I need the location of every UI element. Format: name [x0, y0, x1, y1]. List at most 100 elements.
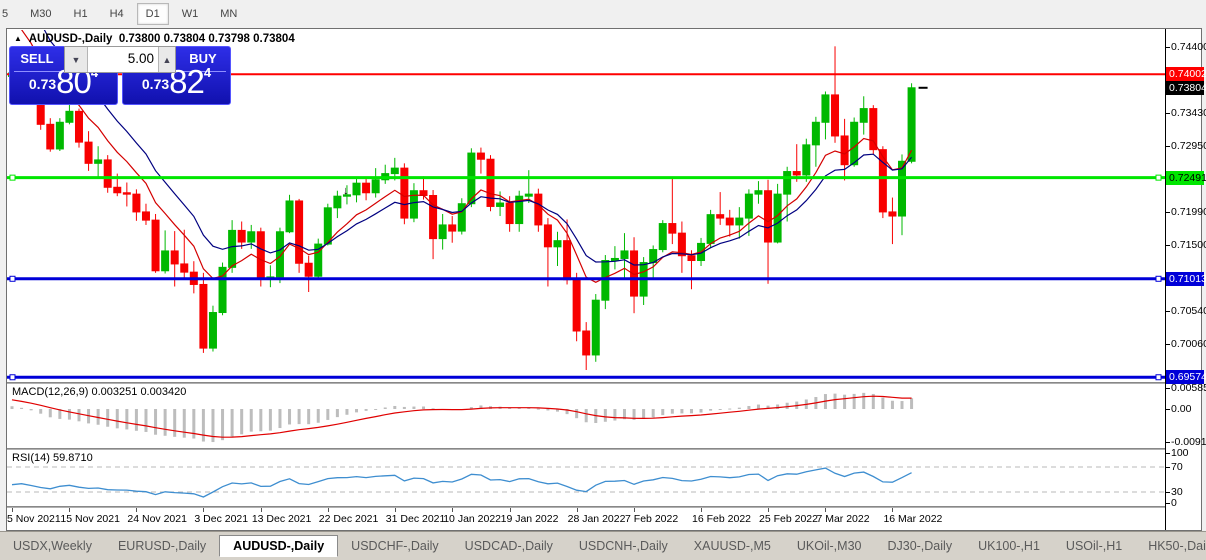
- macd-pane[interactable]: MACD(12,26,9) 0.003251 0.003420: [7, 384, 1165, 448]
- macd-histogram-bar: [164, 409, 167, 436]
- tab-eurusd-daily[interactable]: EURUSD-,Daily: [105, 536, 219, 556]
- date-tick-label: 5 Nov 2021: [7, 513, 61, 525]
- chart-window: ↓ ▲ AUDUSD-,Daily 0.73800 0.73804 0.7379…: [6, 28, 1202, 531]
- date-tick-mark: [577, 508, 578, 512]
- date-tick-label: 7 Feb 2022: [625, 513, 678, 525]
- date-tick-mark: [12, 508, 13, 512]
- volume-decrease-button[interactable]: ▼: [65, 47, 88, 72]
- date-axis[interactable]: 5 Nov 202115 Nov 202124 Nov 20213 Dec 20…: [7, 508, 1165, 530]
- tab-usoil-h1[interactable]: USOil-,H1: [1053, 536, 1135, 556]
- date-tick-mark: [261, 508, 262, 512]
- price-tick-label: 0.70060: [1171, 338, 1206, 350]
- volume-increase-button[interactable]: ▲: [158, 47, 175, 72]
- tab-uk100-h1[interactable]: UK100-,H1: [965, 536, 1053, 556]
- rsi-tick-mark: [1166, 467, 1170, 468]
- macd-histogram-bar: [49, 409, 52, 417]
- date-tick-label: 10 Jan 2022: [443, 513, 501, 525]
- tab-ukoil-m30[interactable]: UKOil-,M30: [784, 536, 875, 556]
- chart-tab-bar: USDX,WeeklyEURUSD-,DailyAUDUSD-,DailyUSD…: [0, 531, 1206, 560]
- macd-histogram-bar: [20, 408, 23, 409]
- line-handle[interactable]: [10, 375, 15, 380]
- macd-histogram-bar: [288, 409, 291, 424]
- macd-histogram-bar: [30, 409, 33, 410]
- macd-histogram-bar: [412, 407, 415, 409]
- date-tick-mark: [395, 508, 396, 512]
- macd-histogram-bar: [738, 408, 741, 409]
- macd-histogram-bar: [700, 409, 703, 413]
- macd-histogram-bar: [278, 409, 281, 428]
- date-tick-mark: [825, 508, 826, 512]
- date-tick-label: 13 Dec 2021: [252, 513, 312, 525]
- macd-histogram-bar: [757, 405, 760, 409]
- macd-histogram-bar: [355, 409, 358, 412]
- macd-histogram-bar: [585, 409, 588, 422]
- price-tick-mark: [1166, 47, 1170, 48]
- line-handle[interactable]: [10, 175, 15, 180]
- line-handle[interactable]: [10, 276, 15, 281]
- macd-histogram-bar: [307, 409, 310, 424]
- macd-tick-mark: [1166, 442, 1170, 443]
- date-tick-mark: [892, 508, 893, 512]
- rsi-pane[interactable]: RSI(14) 59.8710: [7, 450, 1165, 506]
- line-handle[interactable]: [1156, 175, 1161, 180]
- macd-histogram-bar: [365, 409, 368, 411]
- macd-histogram-bar: [719, 409, 722, 410]
- rsi-tick-mark: [1166, 492, 1170, 493]
- timeframe-button-h4[interactable]: H4: [101, 3, 133, 25]
- tab-usdchf-daily[interactable]: USDCHF-,Daily: [338, 536, 452, 556]
- macd-histogram-bar: [604, 409, 607, 422]
- macd-histogram-bar: [221, 409, 224, 440]
- chart-title: ▲ AUDUSD-,Daily 0.73800 0.73804 0.73798 …: [14, 33, 295, 45]
- macd-histogram-bar: [144, 409, 147, 432]
- timeframe-button-d1[interactable]: D1: [137, 3, 169, 25]
- tab-usdcad-daily[interactable]: USDCAD-,Daily: [452, 536, 566, 556]
- timeframe-button-5[interactable]: 5: [0, 3, 17, 25]
- date-tick-mark: [768, 508, 769, 512]
- down-arrow-marker[interactable]: ↓: [343, 185, 349, 197]
- macd-histogram-bar: [269, 409, 272, 431]
- macd-histogram-bar: [776, 405, 779, 409]
- date-tick-label: 31 Dec 2021: [386, 513, 446, 525]
- macd-histogram-bar: [135, 409, 138, 431]
- macd-histogram-bar: [786, 403, 789, 409]
- price-tick-mark: [1166, 146, 1170, 147]
- chart-symbol: AUDUSD-,Daily: [29, 33, 113, 45]
- line-handle[interactable]: [1156, 276, 1161, 281]
- main-chart-pane[interactable]: ↓ ▲ AUDUSD-,Daily 0.73800 0.73804 0.7379…: [7, 30, 1165, 382]
- line-handle[interactable]: [1156, 375, 1161, 380]
- price-badge: 0.69574: [1166, 370, 1204, 384]
- volume-input[interactable]: 5.00: [88, 47, 158, 72]
- rsi-chart[interactable]: [7, 450, 1165, 506]
- buy-price-pipette: 4: [204, 65, 211, 80]
- timeframe-button-mn[interactable]: MN: [211, 3, 246, 25]
- price-badge: 0.73804: [1166, 81, 1204, 95]
- date-tick-label: 22 Dec 2021: [319, 513, 379, 525]
- macd-histogram-bar: [326, 409, 329, 420]
- macd-histogram-bar: [106, 409, 109, 427]
- macd-histogram-bar: [862, 393, 865, 409]
- macd-tick-mark: [1166, 409, 1170, 410]
- macd-histogram-bar: [843, 395, 846, 409]
- tab-hk50-daily[interactable]: HK50-,Daily: [1135, 536, 1206, 556]
- macd-histogram-bar: [853, 394, 856, 409]
- tab-xauusd-m5[interactable]: XAUUSD-,M5: [681, 536, 784, 556]
- macd-histogram-bar: [891, 401, 894, 409]
- date-tick-label: 25 Feb 2022: [759, 513, 818, 525]
- price-tick-label: 0.71500: [1171, 239, 1206, 251]
- tab-usdcnh-daily[interactable]: USDCNH-,Daily: [566, 536, 681, 556]
- sell-price-prefix: 0.73: [29, 76, 56, 92]
- tab-usdx-weekly[interactable]: USDX,Weekly: [0, 536, 105, 556]
- macd-histogram-bar: [546, 409, 549, 410]
- timeframe-button-w1[interactable]: W1: [173, 3, 208, 25]
- tab-dj30-daily[interactable]: DJ30-,Daily: [874, 536, 965, 556]
- timeframe-button-h1[interactable]: H1: [65, 3, 97, 25]
- timeframe-button-m30[interactable]: M30: [21, 3, 60, 25]
- price-axis[interactable]: 0.744000.734300.729500.719900.715000.705…: [1165, 29, 1201, 530]
- macd-histogram-bar: [403, 407, 406, 409]
- macd-histogram-bar: [537, 409, 540, 410]
- macd-histogram-bar: [384, 407, 387, 409]
- date-tick-label: 16 Mar 2022: [883, 513, 942, 525]
- tab-audusd-daily[interactable]: AUDUSD-,Daily: [219, 535, 338, 557]
- one-click-trade-panel: SELL 0.73804 BUY 0.73824 ▼ 5.00 ▲: [9, 46, 231, 105]
- macd-histogram-bar: [881, 398, 884, 409]
